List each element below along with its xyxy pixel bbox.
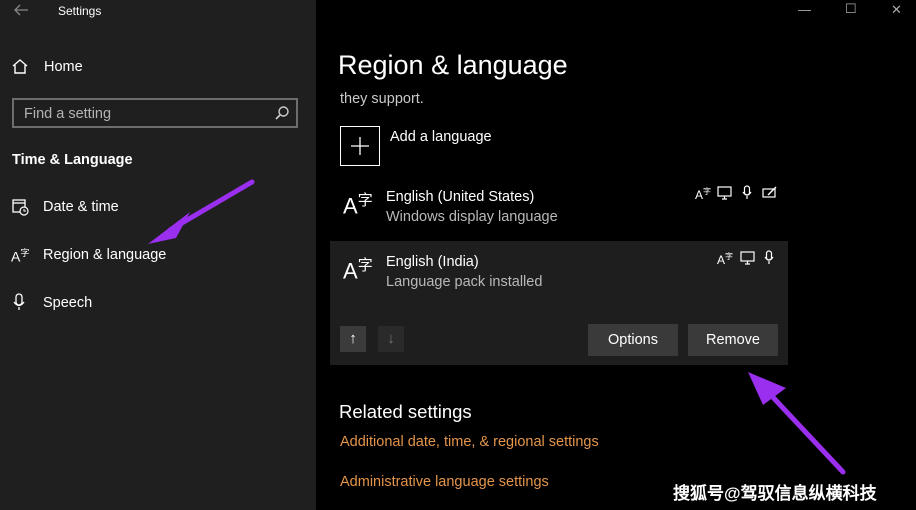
annotation-arrowhead-sidebar	[148, 212, 190, 244]
annotation-arrow-remove	[765, 389, 846, 475]
annotation-arrows	[148, 179, 846, 475]
annotation-arrowhead-remove	[748, 372, 786, 405]
watermark: 搜狐号@驾驭信息纵横科技	[673, 484, 877, 503]
